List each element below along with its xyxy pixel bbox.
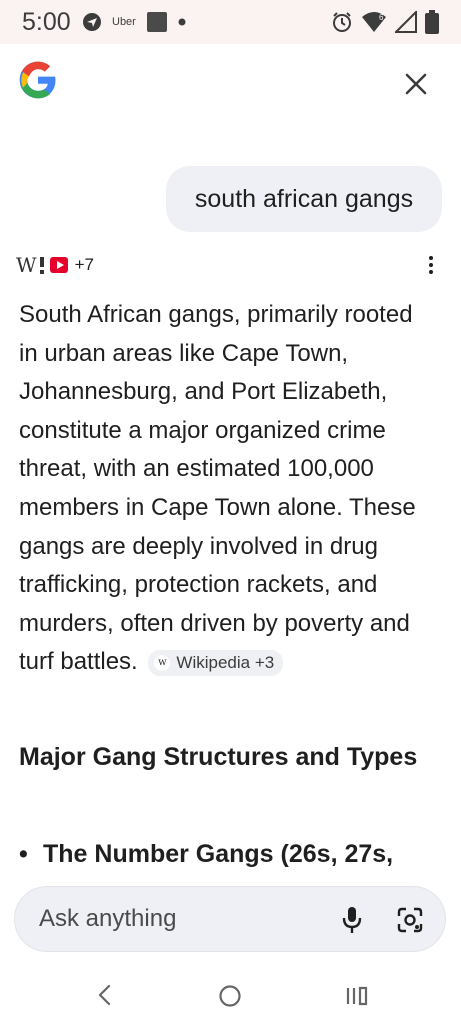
sources-row[interactable]: W +7 (16, 252, 94, 278)
citation-chip[interactable]: w Wikipedia +3 (148, 650, 284, 677)
dot-icon (178, 18, 186, 26)
wikipedia-citation-icon: w (154, 655, 171, 672)
nav-home-icon[interactable] (218, 984, 242, 1008)
more-vert-icon[interactable] (420, 254, 442, 276)
status-notification-icons: Uber (82, 11, 186, 33)
status-bar: 5:00 Uber 6 (0, 0, 461, 44)
lens-camera-icon[interactable] (397, 907, 423, 933)
battery-icon (425, 10, 439, 34)
send-notification-icon (83, 13, 101, 31)
answer-paragraph: South African gangs, primarily rooted in… (19, 296, 437, 682)
wikipedia-source-icon: W (16, 253, 37, 277)
status-time: 5:00 (22, 8, 71, 36)
section-heading: Major Gang Structures and Types (19, 743, 418, 771)
citation-label: Wikipedia +3 (176, 653, 275, 673)
wikipedia-exclaim-icon (39, 257, 44, 274)
answer-text: South African gangs, primarily rooted in… (19, 301, 416, 676)
youtube-source-icon (49, 257, 68, 273)
app-notification-icon (146, 12, 167, 32)
ask-bar (14, 886, 446, 952)
svg-text:6: 6 (379, 13, 384, 22)
nav-back-icon[interactable] (94, 983, 116, 1007)
close-icon[interactable] (402, 70, 430, 98)
uber-icon: Uber (112, 16, 136, 28)
wifi-icon: 6 (362, 12, 386, 32)
sources-count: +7 (74, 255, 94, 274)
ask-input[interactable] (39, 887, 329, 951)
top-bar (0, 44, 461, 124)
nav-recent-icon[interactable] (345, 985, 369, 1007)
system-nav-bar (0, 966, 461, 1024)
signal-icon (395, 11, 417, 33)
google-logo-icon (19, 61, 56, 99)
status-system-icons: 6 (331, 10, 439, 34)
mic-icon[interactable] (341, 906, 363, 934)
alarm-icon (333, 12, 351, 32)
user-query-bubble: south african gangs (166, 166, 442, 232)
